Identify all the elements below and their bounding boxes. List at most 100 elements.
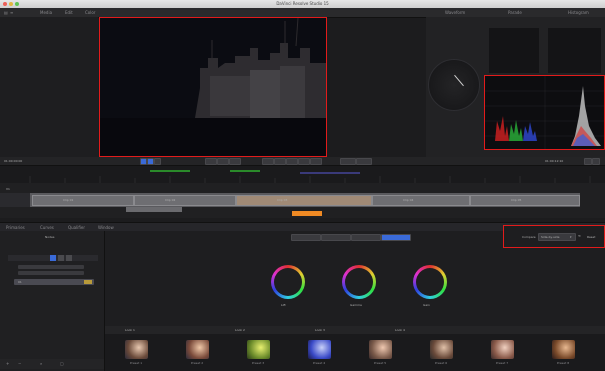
tab-curves[interactable]: Curves xyxy=(40,225,54,230)
highlight-button[interactable] xyxy=(340,158,356,165)
nodes-title: Nodes xyxy=(45,235,55,239)
preset-swatch[interactable] xyxy=(430,340,453,359)
gain-wheel[interactable] xyxy=(413,265,447,299)
wheel-label-gain: Gain xyxy=(423,303,430,307)
chevron-down-icon: ▾ xyxy=(570,235,572,239)
media-pool-icon[interactable]: ▤ xyxy=(4,10,8,15)
vectorscope-panel xyxy=(426,17,484,157)
tab-qualifier[interactable]: Qualifier xyxy=(68,225,85,230)
preset-header-4[interactable]: Look 4 xyxy=(395,328,405,332)
timeline-clip[interactable]: Clip 05 xyxy=(470,195,580,206)
reset-icon[interactable]: ⟲ xyxy=(578,234,581,238)
preset-label: Preset 1 xyxy=(129,361,143,365)
tab-window[interactable]: Window xyxy=(98,225,114,230)
preset-header-1[interactable]: Look 1 xyxy=(125,328,135,332)
wipe-mode-button[interactable] xyxy=(154,158,161,165)
prev-frame-button[interactable] xyxy=(217,158,229,165)
preset-label: Preset 6 xyxy=(434,361,448,365)
timeline-clip[interactable]: Clip 01 xyxy=(32,195,134,206)
preset-swatch[interactable] xyxy=(369,340,392,359)
timecode-right: 01:00:12:10 xyxy=(545,159,564,163)
add-node-icon[interactable]: + xyxy=(6,361,9,366)
skip-start-button[interactable] xyxy=(205,158,217,165)
preset-swatch[interactable] xyxy=(186,340,209,359)
next-frame-button[interactable] xyxy=(286,158,298,165)
loop-button[interactable] xyxy=(310,158,322,165)
preset-header-2[interactable]: Look 2 xyxy=(235,328,245,332)
compare-dropdown[interactable]: Side-by-side ▾ xyxy=(538,233,576,241)
split-mode-button[interactable] xyxy=(147,158,154,165)
node-mode-button[interactable] xyxy=(50,255,56,261)
node-bottom-toolbar: + − ⌕ ▢ xyxy=(0,359,104,369)
mode-tab-3[interactable] xyxy=(351,234,381,241)
parade-scope xyxy=(484,75,605,150)
unmix-button[interactable] xyxy=(356,158,372,165)
timeline-clip[interactable]: Clip 04 xyxy=(372,195,470,206)
presets-gallery: Preset 1 Preset 2 Preset 3 Preset 4 Pres… xyxy=(105,334,605,371)
preset-swatch[interactable] xyxy=(247,340,270,359)
lift-wheel[interactable] xyxy=(271,265,305,299)
timeline-clip-selected[interactable]: Clip 03 xyxy=(236,195,372,206)
reverse-play-button[interactable] xyxy=(229,158,241,165)
tab-primaries[interactable]: Primaries xyxy=(6,225,25,230)
viewer[interactable] xyxy=(99,17,327,157)
nodes-panel: Nodes 01 + − ⌕ ▢ xyxy=(0,231,105,371)
scope-preview-left xyxy=(489,28,539,73)
preset-label: Preset 2 xyxy=(190,361,204,365)
menu-color[interactable]: Color xyxy=(85,10,95,15)
video-track: Clip 01 Clip 02 Clip 03 Clip 04 Clip 05 xyxy=(30,193,580,207)
zoom-icon[interactable]: ⌕ xyxy=(40,361,42,366)
node-selected[interactable]: 01 xyxy=(14,279,94,285)
preset-label: Preset 3 xyxy=(251,361,265,365)
menu-edit[interactable]: Edit xyxy=(65,10,73,15)
timeline-clip[interactable]: Clip 02 xyxy=(134,195,236,206)
audio-clip[interactable] xyxy=(126,207,182,212)
node-toolbar xyxy=(8,255,98,261)
wheel-label-lift: Lift xyxy=(281,303,286,307)
node-view-button[interactable] xyxy=(58,255,64,261)
transport-bar: 01:00:00:00 01:00:12:10 xyxy=(0,157,605,165)
mode-tabs xyxy=(291,234,411,241)
preset-swatch[interactable] xyxy=(491,340,514,359)
preset-header-3[interactable]: Look 3 xyxy=(315,328,325,332)
mode-tab-1[interactable] xyxy=(291,234,321,241)
preset-label: Preset 8 xyxy=(556,361,570,365)
vectorscope xyxy=(428,59,480,111)
delete-node-icon[interactable]: − xyxy=(18,361,21,366)
reset-button[interactable]: Reset xyxy=(587,235,595,239)
timeline-ruler[interactable] xyxy=(0,165,605,184)
wheel-label-gamma: Gamma xyxy=(350,303,362,307)
mode-tab-4[interactable] xyxy=(381,234,411,241)
playhead-marker[interactable] xyxy=(292,211,322,216)
scope-settings-button[interactable] xyxy=(592,158,600,165)
skip-end-button[interactable] xyxy=(298,158,310,165)
scope-preview-right xyxy=(548,28,601,73)
tab-parade[interactable]: Parade xyxy=(508,10,522,15)
preset-label: Preset 4 xyxy=(312,361,326,365)
fit-icon[interactable]: ▢ xyxy=(60,361,64,366)
menu-media[interactable]: Media xyxy=(40,10,52,15)
preset-swatch[interactable] xyxy=(308,340,331,359)
play-button[interactable] xyxy=(274,158,286,165)
mode-tab-2[interactable] xyxy=(321,234,351,241)
compare-label: Compare xyxy=(522,235,536,239)
viewer-image xyxy=(100,17,326,156)
presets-header: Look 1 Look 2 Look 3 Look 4 xyxy=(105,326,605,334)
view-mode-button[interactable] xyxy=(140,158,147,165)
tab-histogram[interactable]: Histogram xyxy=(568,10,589,15)
gamma-wheel[interactable] xyxy=(342,265,376,299)
node-row[interactable] xyxy=(18,271,84,275)
preset-swatch[interactable] xyxy=(552,340,575,359)
node-grid-button[interactable] xyxy=(66,255,72,261)
timeline: V1 Clip 01 Clip 02 Clip 03 Clip 04 Clip … xyxy=(0,183,605,218)
preset-label: Preset 5 xyxy=(373,361,387,365)
track-label-v1: V1 xyxy=(6,187,10,191)
preset-label: Preset 7 xyxy=(495,361,509,365)
track-header[interactable] xyxy=(0,193,30,207)
tab-waveform[interactable]: Waveform xyxy=(445,10,465,15)
node-row[interactable] xyxy=(18,265,84,269)
stop-button[interactable] xyxy=(262,158,274,165)
list-icon[interactable]: ≡ xyxy=(10,10,13,15)
scope-option-button[interactable] xyxy=(584,158,592,165)
preset-swatch[interactable] xyxy=(125,340,148,359)
